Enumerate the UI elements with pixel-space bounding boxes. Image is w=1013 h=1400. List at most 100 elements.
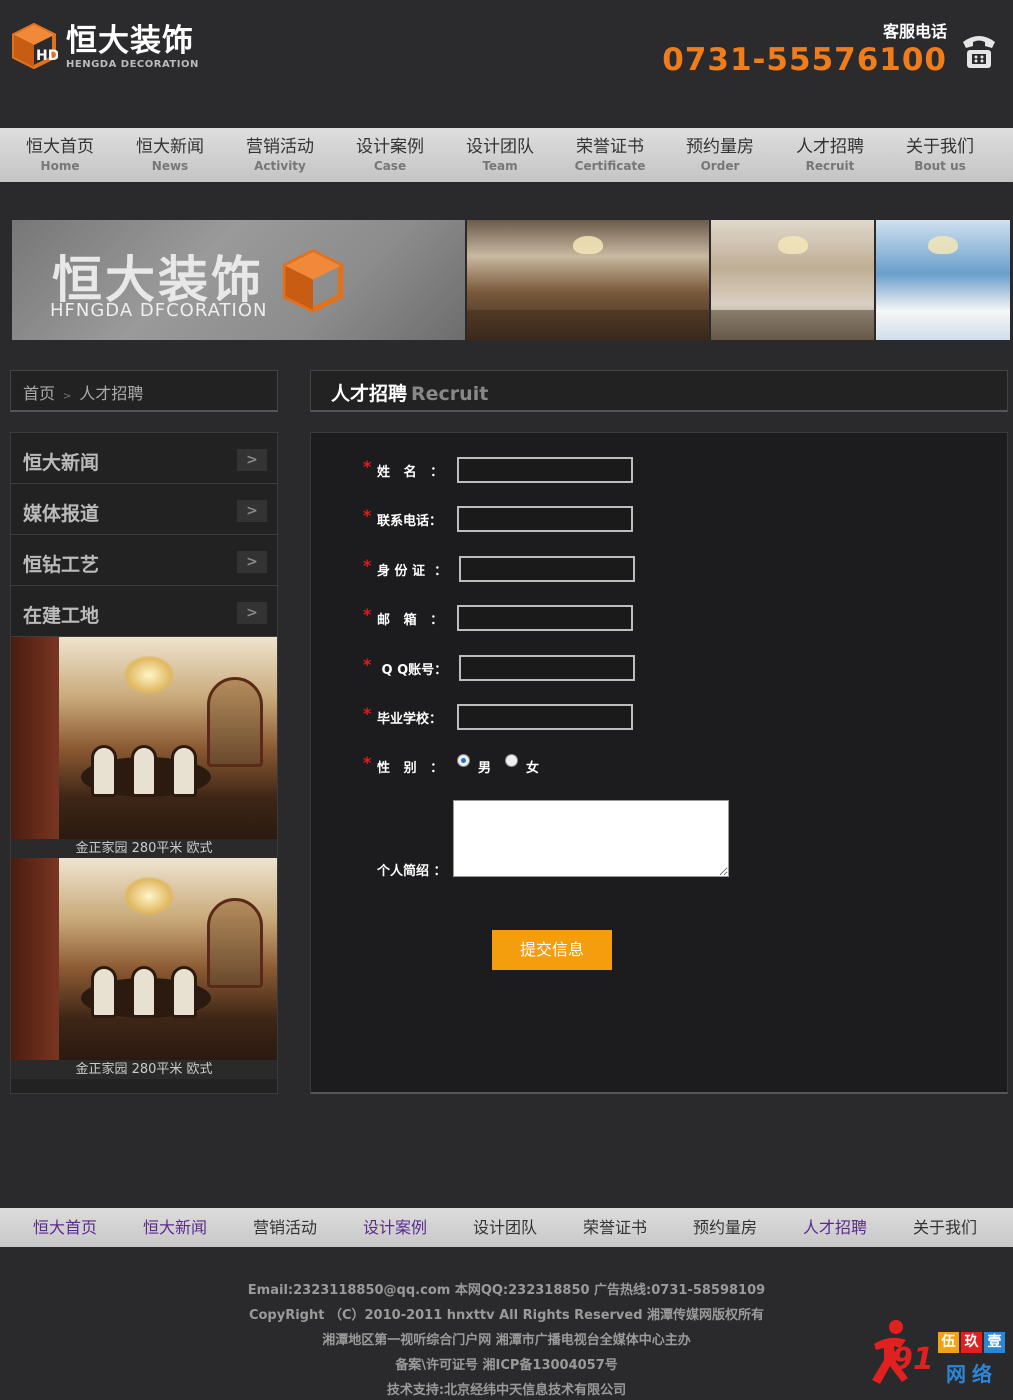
required-mark: *	[363, 703, 372, 723]
nav-label-en: Activity	[254, 159, 306, 173]
form-row-qq: * Q Q账号：	[363, 655, 635, 681]
section-title: 人才招聘 Recruit	[310, 370, 1008, 412]
form-row-id: * 身 份 证 ：	[363, 556, 635, 582]
breadcrumb-separator: >	[63, 391, 72, 402]
sidebar-item-label: 媒体报道	[23, 503, 100, 525]
nav-item-recruit[interactable]: 人才招聘 Recruit	[775, 128, 885, 182]
banner-room-image	[876, 220, 1010, 340]
qq-input[interactable]	[459, 655, 635, 681]
nav-item-team[interactable]: 设计团队 Team	[445, 128, 555, 182]
footer-link-home[interactable]: 恒大首页	[10, 1208, 120, 1247]
form-row-gender: * 性 别 ： 男 女	[363, 753, 553, 776]
email-input[interactable]	[457, 605, 633, 631]
field-label: 个人简绍 ：	[377, 864, 447, 879]
nav-item-certificate[interactable]: 荣誉证书 Certificate	[555, 128, 665, 182]
footer-link-activity[interactable]: 营销活动	[230, 1208, 340, 1247]
nav-label: 设计案例	[356, 137, 424, 157]
brand-badge[interactable]: 91 伍 玖 壹 网络	[862, 1318, 1010, 1396]
submit-button[interactable]: 提交信息	[492, 930, 612, 970]
required-mark: *	[363, 555, 372, 575]
nav-label: 恒大新闻	[136, 137, 204, 157]
main-nav: 恒大首页 Home 恒大新闻 News 营销活动 Activity 设计案例 Case …	[0, 128, 1013, 182]
nav-item-news[interactable]: 恒大新闻 News	[115, 128, 225, 182]
footer-link-recruit[interactable]: 人才招聘	[780, 1208, 890, 1247]
intro-textarea[interactable]	[453, 800, 729, 877]
hotline: 客服电话 0731-55576100	[662, 18, 999, 78]
badge-net: 网络	[946, 1362, 998, 1386]
nav-label-en: Home	[40, 159, 80, 173]
hotline-label: 客服电话	[882, 22, 947, 41]
nav-label-en: Bout us	[914, 159, 966, 173]
footer-link-team[interactable]: 设计团队	[450, 1208, 560, 1247]
telephone-icon	[963, 36, 995, 68]
chevron-right-icon: >	[237, 602, 267, 624]
name-input[interactable]	[457, 457, 633, 483]
footer-link-about[interactable]: 关于我们	[890, 1208, 1000, 1247]
header: HD 恒大装饰 HENGDA DECORATION 客服电话 0731-5557…	[0, 0, 1013, 128]
footer-link-news[interactable]: 恒大新闻	[120, 1208, 230, 1247]
logo-cube-icon: HD	[12, 22, 58, 70]
field-label: Q Q账号：	[377, 662, 448, 678]
case-image	[11, 858, 277, 1060]
phone-input[interactable]	[457, 506, 633, 532]
required-mark: *	[363, 753, 372, 772]
form-row-phone: * 联系电话：	[363, 506, 633, 532]
sidebar: 恒大新闻 > 媒体报道 > 恒钻工艺 > 在建工地 > 金正家园 280平米 欧式 金正…	[10, 432, 278, 1094]
nav-item-order[interactable]: 预约量房 Order	[665, 128, 775, 182]
logo-title: 恒大装饰	[66, 22, 194, 59]
sidebar-item-news[interactable]: 恒大新闻 >	[11, 433, 277, 484]
nav-label: 关于我们	[906, 137, 974, 157]
nav-label-en: Case	[373, 159, 407, 173]
section-title-en: Recruit	[411, 383, 489, 405]
banner-logo-panel: 恒大装饰 HFNGDA DFCORATION	[12, 220, 465, 340]
nav-item-case[interactable]: 设计案例 Case	[335, 128, 445, 182]
case-card[interactable]: 金正家园 280平米 欧式	[11, 858, 277, 1079]
banner-cube-icon	[282, 249, 344, 313]
badge-char: 伍	[938, 1332, 959, 1353]
nav-label: 设计团队	[466, 137, 534, 157]
footer-link-case[interactable]: 设计案例	[340, 1208, 450, 1247]
breadcrumb-home[interactable]: 首页	[23, 384, 55, 403]
breadcrumb: 首页 > 人才招聘	[10, 370, 278, 412]
form-row-email: * 邮 箱 ：	[363, 605, 633, 631]
gender-female-radio[interactable]	[505, 754, 519, 767]
nav-label: 恒大首页	[26, 137, 94, 157]
footer-link-order[interactable]: 预约量房	[670, 1208, 780, 1247]
nav-item-home[interactable]: 恒大首页 Home	[5, 128, 115, 182]
sidebar-item-site[interactable]: 在建工地 >	[11, 586, 277, 637]
nav-item-activity[interactable]: 营销活动 Activity	[225, 128, 335, 182]
gender-option-label: 男	[478, 761, 492, 776]
gender-male-radio[interactable]	[457, 754, 470, 767]
banner-subtitle: HFNGDA DFCORATION	[50, 300, 268, 321]
id-card-input[interactable]	[459, 556, 635, 582]
case-caption: 金正家园 280平米 欧式	[11, 839, 277, 858]
required-mark: *	[363, 505, 372, 525]
badge-char: 壹	[984, 1332, 1005, 1353]
sidebar-item-label: 恒大新闻	[23, 452, 100, 474]
nav-label-en: Recruit	[805, 159, 855, 173]
badge-char: 玖	[961, 1332, 982, 1353]
nav-label-en: Order	[700, 159, 740, 173]
sidebar-item-media[interactable]: 媒体报道 >	[11, 484, 277, 535]
field-label: 邮 箱 ：	[377, 612, 444, 628]
footer-contact: Email:2323118850@qq.com 本网QQ:232318850 广…	[247, 1283, 766, 1298]
banner: 恒大装饰 HFNGDA DFCORATION	[12, 220, 1010, 340]
nav-item-about[interactable]: 关于我们 Bout us	[885, 128, 995, 182]
school-input[interactable]	[457, 704, 633, 730]
nav-label-en: News	[151, 159, 189, 173]
banner-room-image	[711, 220, 874, 340]
nav-label-en: Team	[482, 159, 518, 173]
sidebar-item-craft[interactable]: 恒钻工艺 >	[11, 535, 277, 586]
footer-link-certificate[interactable]: 荣誉证书	[560, 1208, 670, 1247]
required-mark: *	[363, 604, 372, 624]
nav-label: 荣誉证书	[576, 137, 644, 157]
gender-option-label: 女	[526, 761, 540, 776]
footer-nav: 恒大首页 恒大新闻 营销活动 设计案例 设计团队 荣誉证书 预约量房 人才招聘 …	[0, 1208, 1013, 1247]
required-mark: *	[363, 456, 372, 476]
nav-label-en: Certificate	[574, 159, 646, 173]
form-row-name: * 姓 名 ：	[363, 457, 633, 483]
logo[interactable]: HD 恒大装饰 HENGDA DECORATION	[10, 22, 199, 70]
breadcrumb-current: 人才招聘	[79, 384, 144, 403]
case-card[interactable]: 金正家园 280平米 欧式	[11, 637, 277, 858]
nav-label: 预约量房	[686, 137, 754, 157]
